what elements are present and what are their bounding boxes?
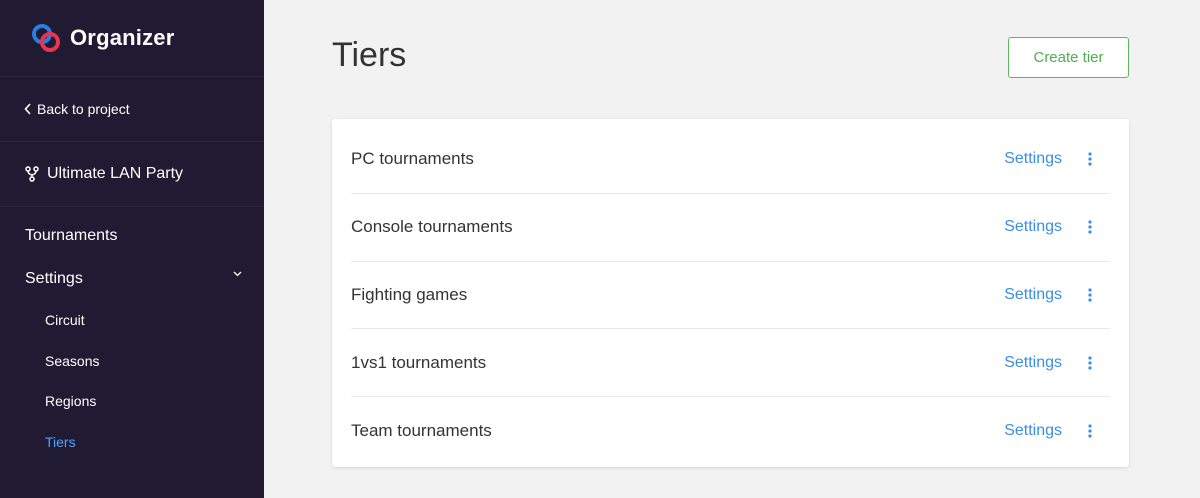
chevron-left-icon bbox=[24, 103, 32, 115]
tier-name: Team tournaments bbox=[351, 420, 492, 440]
nav-seasons-label: Seasons bbox=[45, 352, 100, 369]
tier-name: PC tournaments bbox=[351, 149, 474, 169]
tier-settings-link[interactable]: Settings bbox=[1004, 422, 1062, 440]
nav-tiers[interactable]: Tiers bbox=[0, 422, 264, 463]
more-vertical-icon[interactable] bbox=[1084, 149, 1096, 169]
nav-regions[interactable]: Regions bbox=[0, 381, 264, 422]
project-link[interactable]: Ultimate LAN Party bbox=[0, 142, 264, 207]
nav-circuit[interactable]: Circuit bbox=[0, 300, 264, 341]
tier-settings-link[interactable]: Settings bbox=[1004, 286, 1062, 304]
tiers-list: PC tournaments Settings Console tourname… bbox=[332, 119, 1129, 467]
more-vertical-icon[interactable] bbox=[1084, 421, 1096, 441]
project-name: Ultimate LAN Party bbox=[47, 165, 184, 182]
tier-name: Console tournaments bbox=[351, 217, 513, 237]
more-vertical-icon[interactable] bbox=[1084, 353, 1096, 373]
nav-seasons[interactable]: Seasons bbox=[0, 341, 264, 382]
tier-row: Console tournaments Settings bbox=[351, 194, 1110, 262]
nav-tournaments-label: Tournaments bbox=[25, 226, 118, 244]
chevron-down-icon bbox=[233, 271, 242, 277]
more-vertical-icon[interactable] bbox=[1084, 285, 1096, 305]
back-to-project-link[interactable]: Back to project bbox=[0, 77, 264, 142]
tier-row: 1vs1 tournaments Settings bbox=[351, 329, 1110, 398]
nav-circuit-label: Circuit bbox=[45, 312, 85, 329]
tier-name: Fighting games bbox=[351, 284, 468, 304]
tier-row: Fighting games Settings bbox=[351, 262, 1110, 330]
tier-settings-link[interactable]: Settings bbox=[1004, 150, 1062, 168]
tier-settings-link[interactable]: Settings bbox=[1004, 354, 1062, 372]
nav-settings[interactable]: Settings bbox=[0, 257, 264, 300]
nav-settings-label: Settings bbox=[25, 269, 83, 287]
organizer-logo-icon bbox=[32, 24, 60, 52]
tier-row: PC tournaments Settings bbox=[351, 126, 1110, 194]
tier-settings-link[interactable]: Settings bbox=[1004, 218, 1062, 236]
sidebar: Organizer Back to project Ultimate LAN P… bbox=[0, 0, 264, 498]
more-vertical-icon[interactable] bbox=[1084, 217, 1096, 237]
create-tier-button[interactable]: Create tier bbox=[1008, 37, 1129, 78]
nav-regions-label: Regions bbox=[45, 393, 97, 410]
tier-name: 1vs1 tournaments bbox=[351, 352, 487, 372]
branch-icon bbox=[24, 166, 40, 182]
nav-tiers-label: Tiers bbox=[45, 433, 76, 450]
page-title: Tiers bbox=[332, 36, 407, 74]
back-label: Back to project bbox=[37, 101, 130, 117]
brand-name: Organizer bbox=[70, 25, 175, 50]
main-content: Tiers Create tier PC tournaments Setting… bbox=[264, 0, 1200, 498]
nav-tournaments[interactable]: Tournaments bbox=[0, 214, 264, 257]
brand[interactable]: Organizer bbox=[0, 0, 264, 77]
tier-row: Team tournaments Settings bbox=[351, 397, 1110, 464]
